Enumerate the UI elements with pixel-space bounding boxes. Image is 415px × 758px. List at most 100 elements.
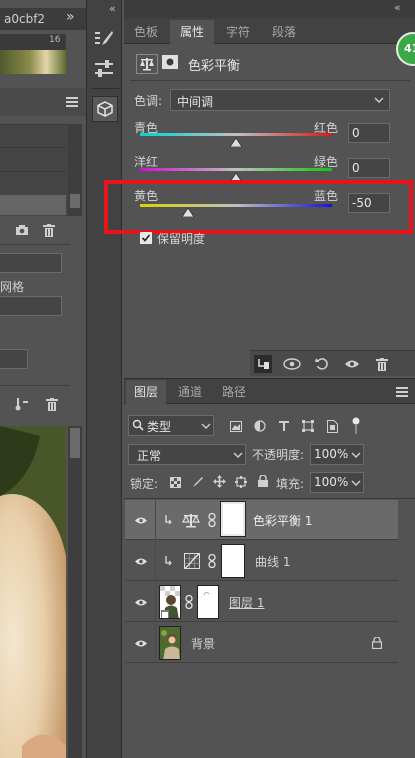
fill-value: 100% xyxy=(314,475,349,489)
row-divider xyxy=(155,500,156,540)
layer-mask-icon[interactable] xyxy=(162,55,178,69)
chain-link-icon[interactable] xyxy=(184,594,194,610)
list-item[interactable] xyxy=(0,171,66,172)
tab-layers[interactable]: 图层 xyxy=(126,380,166,404)
lock-icon[interactable] xyxy=(371,636,383,650)
filter-pixel-icon[interactable] xyxy=(228,418,244,434)
3d-cube-icon[interactable] xyxy=(92,96,118,122)
magenta-green-value-field[interactable]: 0 xyxy=(348,158,390,178)
layer-thumbnail[interactable] xyxy=(159,585,181,619)
lock-transparent-icon[interactable] xyxy=(168,475,182,489)
panel-collapse-icon[interactable]: » xyxy=(66,9,75,25)
preserve-luminosity-checkbox[interactable] xyxy=(140,232,152,244)
adjust-sliders-icon[interactable] xyxy=(93,58,115,80)
layer-row-background[interactable]: 背景 xyxy=(125,623,398,663)
chevron-down-icon[interactable] xyxy=(351,449,361,461)
grid-dropdown[interactable] xyxy=(0,296,62,316)
fill-field[interactable]: 100% xyxy=(310,472,364,493)
trash-icon[interactable] xyxy=(41,222,57,238)
document-tab-title[interactable]: a0cbf2 xyxy=(4,12,45,26)
layer-name[interactable]: 色彩平衡 1 xyxy=(253,512,312,529)
layer-filter-dropdown[interactable]: 类型 xyxy=(128,415,214,436)
tone-label: 色调: xyxy=(134,94,163,108)
layer-name[interactable]: 图层 1 xyxy=(229,594,264,611)
filter-smart-object-icon[interactable] xyxy=(324,418,340,434)
camera-icon[interactable] xyxy=(14,222,30,238)
cyan-red-value-field[interactable]: 0 xyxy=(348,123,390,143)
lock-artboard-icon[interactable] xyxy=(234,475,248,489)
tone-value: 中间调 xyxy=(177,95,214,109)
filter-type-icon[interactable] xyxy=(276,418,292,434)
opacity-field[interactable]: 100% xyxy=(310,444,364,465)
tone-dropdown[interactable]: 中间调 xyxy=(170,89,390,111)
filter-shape-icon[interactable] xyxy=(300,418,316,434)
panel-menu-icon[interactable] xyxy=(396,386,408,398)
clip-to-layer-icon[interactable] xyxy=(254,355,272,373)
visibility-eye-icon[interactable] xyxy=(133,596,149,608)
list-item-selected[interactable] xyxy=(0,195,66,215)
clipping-arrow-icon xyxy=(163,514,173,526)
panel-menu-icon[interactable] xyxy=(66,96,78,108)
blend-mode-dropdown[interactable]: 正常 xyxy=(128,444,246,465)
value-field[interactable] xyxy=(0,349,28,369)
cyan-red-slider-thumb[interactable] xyxy=(230,138,242,147)
panel-header xyxy=(0,88,86,116)
visibility-eye-icon[interactable] xyxy=(342,355,362,373)
row-divider xyxy=(155,541,156,581)
lock-move-icon[interactable] xyxy=(212,474,226,488)
adjust-layer-icon[interactable] xyxy=(14,396,30,412)
layer-row-curves[interactable]: 曲线 1 xyxy=(125,541,398,581)
lock-brush-icon[interactable] xyxy=(190,475,204,489)
visibility-eye-icon[interactable] xyxy=(133,555,149,567)
chain-link-icon[interactable] xyxy=(207,512,217,528)
adjustment-title: 色彩平衡 xyxy=(188,59,241,74)
tab-channels[interactable]: 通道 xyxy=(170,380,210,404)
list-item[interactable] xyxy=(0,147,66,148)
document-tab-bar: a0cbf2 » xyxy=(0,8,86,30)
delete-adjustment-icon[interactable] xyxy=(372,355,392,373)
dropdown-field[interactable] xyxy=(0,253,62,273)
search-icon xyxy=(132,419,144,431)
brush-settings-icon[interactable] xyxy=(93,28,115,50)
preserve-luminosity-label[interactable]: 保留明度 xyxy=(157,230,205,247)
visibility-eye-icon[interactable] xyxy=(133,514,149,526)
layer-name[interactable]: 背景 xyxy=(191,635,215,652)
canvas-scrollbar[interactable] xyxy=(68,426,82,758)
chain-link-icon[interactable] xyxy=(207,553,217,569)
layer-mask-thumbnail[interactable] xyxy=(221,544,245,578)
layer-thumbnail[interactable] xyxy=(159,626,181,660)
magenta-green-slider[interactable] xyxy=(140,168,332,171)
layer-mask-thumbnail[interactable] xyxy=(220,501,246,537)
reset-icon[interactable] xyxy=(312,355,332,373)
tab-paragraph[interactable]: 段落 xyxy=(262,20,306,44)
curves-icon xyxy=(183,552,201,570)
filter-toggle-icon[interactable] xyxy=(350,416,362,436)
tool-strip-collapse-icon[interactable]: « xyxy=(109,2,116,15)
separator xyxy=(0,385,70,386)
tab-character[interactable]: 字符 xyxy=(216,20,260,44)
visibility-eye-icon[interactable] xyxy=(133,637,149,649)
lock-all-icon[interactable] xyxy=(256,474,270,488)
trash-icon[interactable] xyxy=(44,396,60,412)
tab-swatches[interactable]: 色板 xyxy=(124,20,168,44)
filter-adjustment-icon[interactable] xyxy=(252,418,268,434)
tab-paths[interactable]: 路径 xyxy=(214,380,254,404)
panel-collapse-icon[interactable]: « xyxy=(394,1,401,14)
opacity-value: 100% xyxy=(314,447,349,461)
opacity-label: 不透明度: xyxy=(252,448,305,462)
layer-row-color-balance[interactable]: 色彩平衡 1 xyxy=(125,500,398,540)
ruler: 16 xyxy=(0,34,66,50)
separator xyxy=(0,244,70,245)
layer-mask-thumbnail[interactable] xyxy=(197,585,219,619)
tab-properties[interactable]: 属性 xyxy=(170,20,214,44)
chevron-down-icon xyxy=(233,449,243,461)
header-separator xyxy=(130,80,410,81)
magenta-green-value: 0 xyxy=(352,161,360,175)
layer-name[interactable]: 曲线 1 xyxy=(255,553,290,570)
view-previous-state-icon[interactable] xyxy=(282,355,302,373)
layer-row-image[interactable]: 图层 1 xyxy=(125,582,398,622)
chevron-down-icon xyxy=(201,420,211,432)
chevron-down-icon[interactable] xyxy=(351,477,361,489)
list-scrollbar[interactable] xyxy=(68,124,82,216)
cyan-red-slider[interactable] xyxy=(140,133,332,136)
